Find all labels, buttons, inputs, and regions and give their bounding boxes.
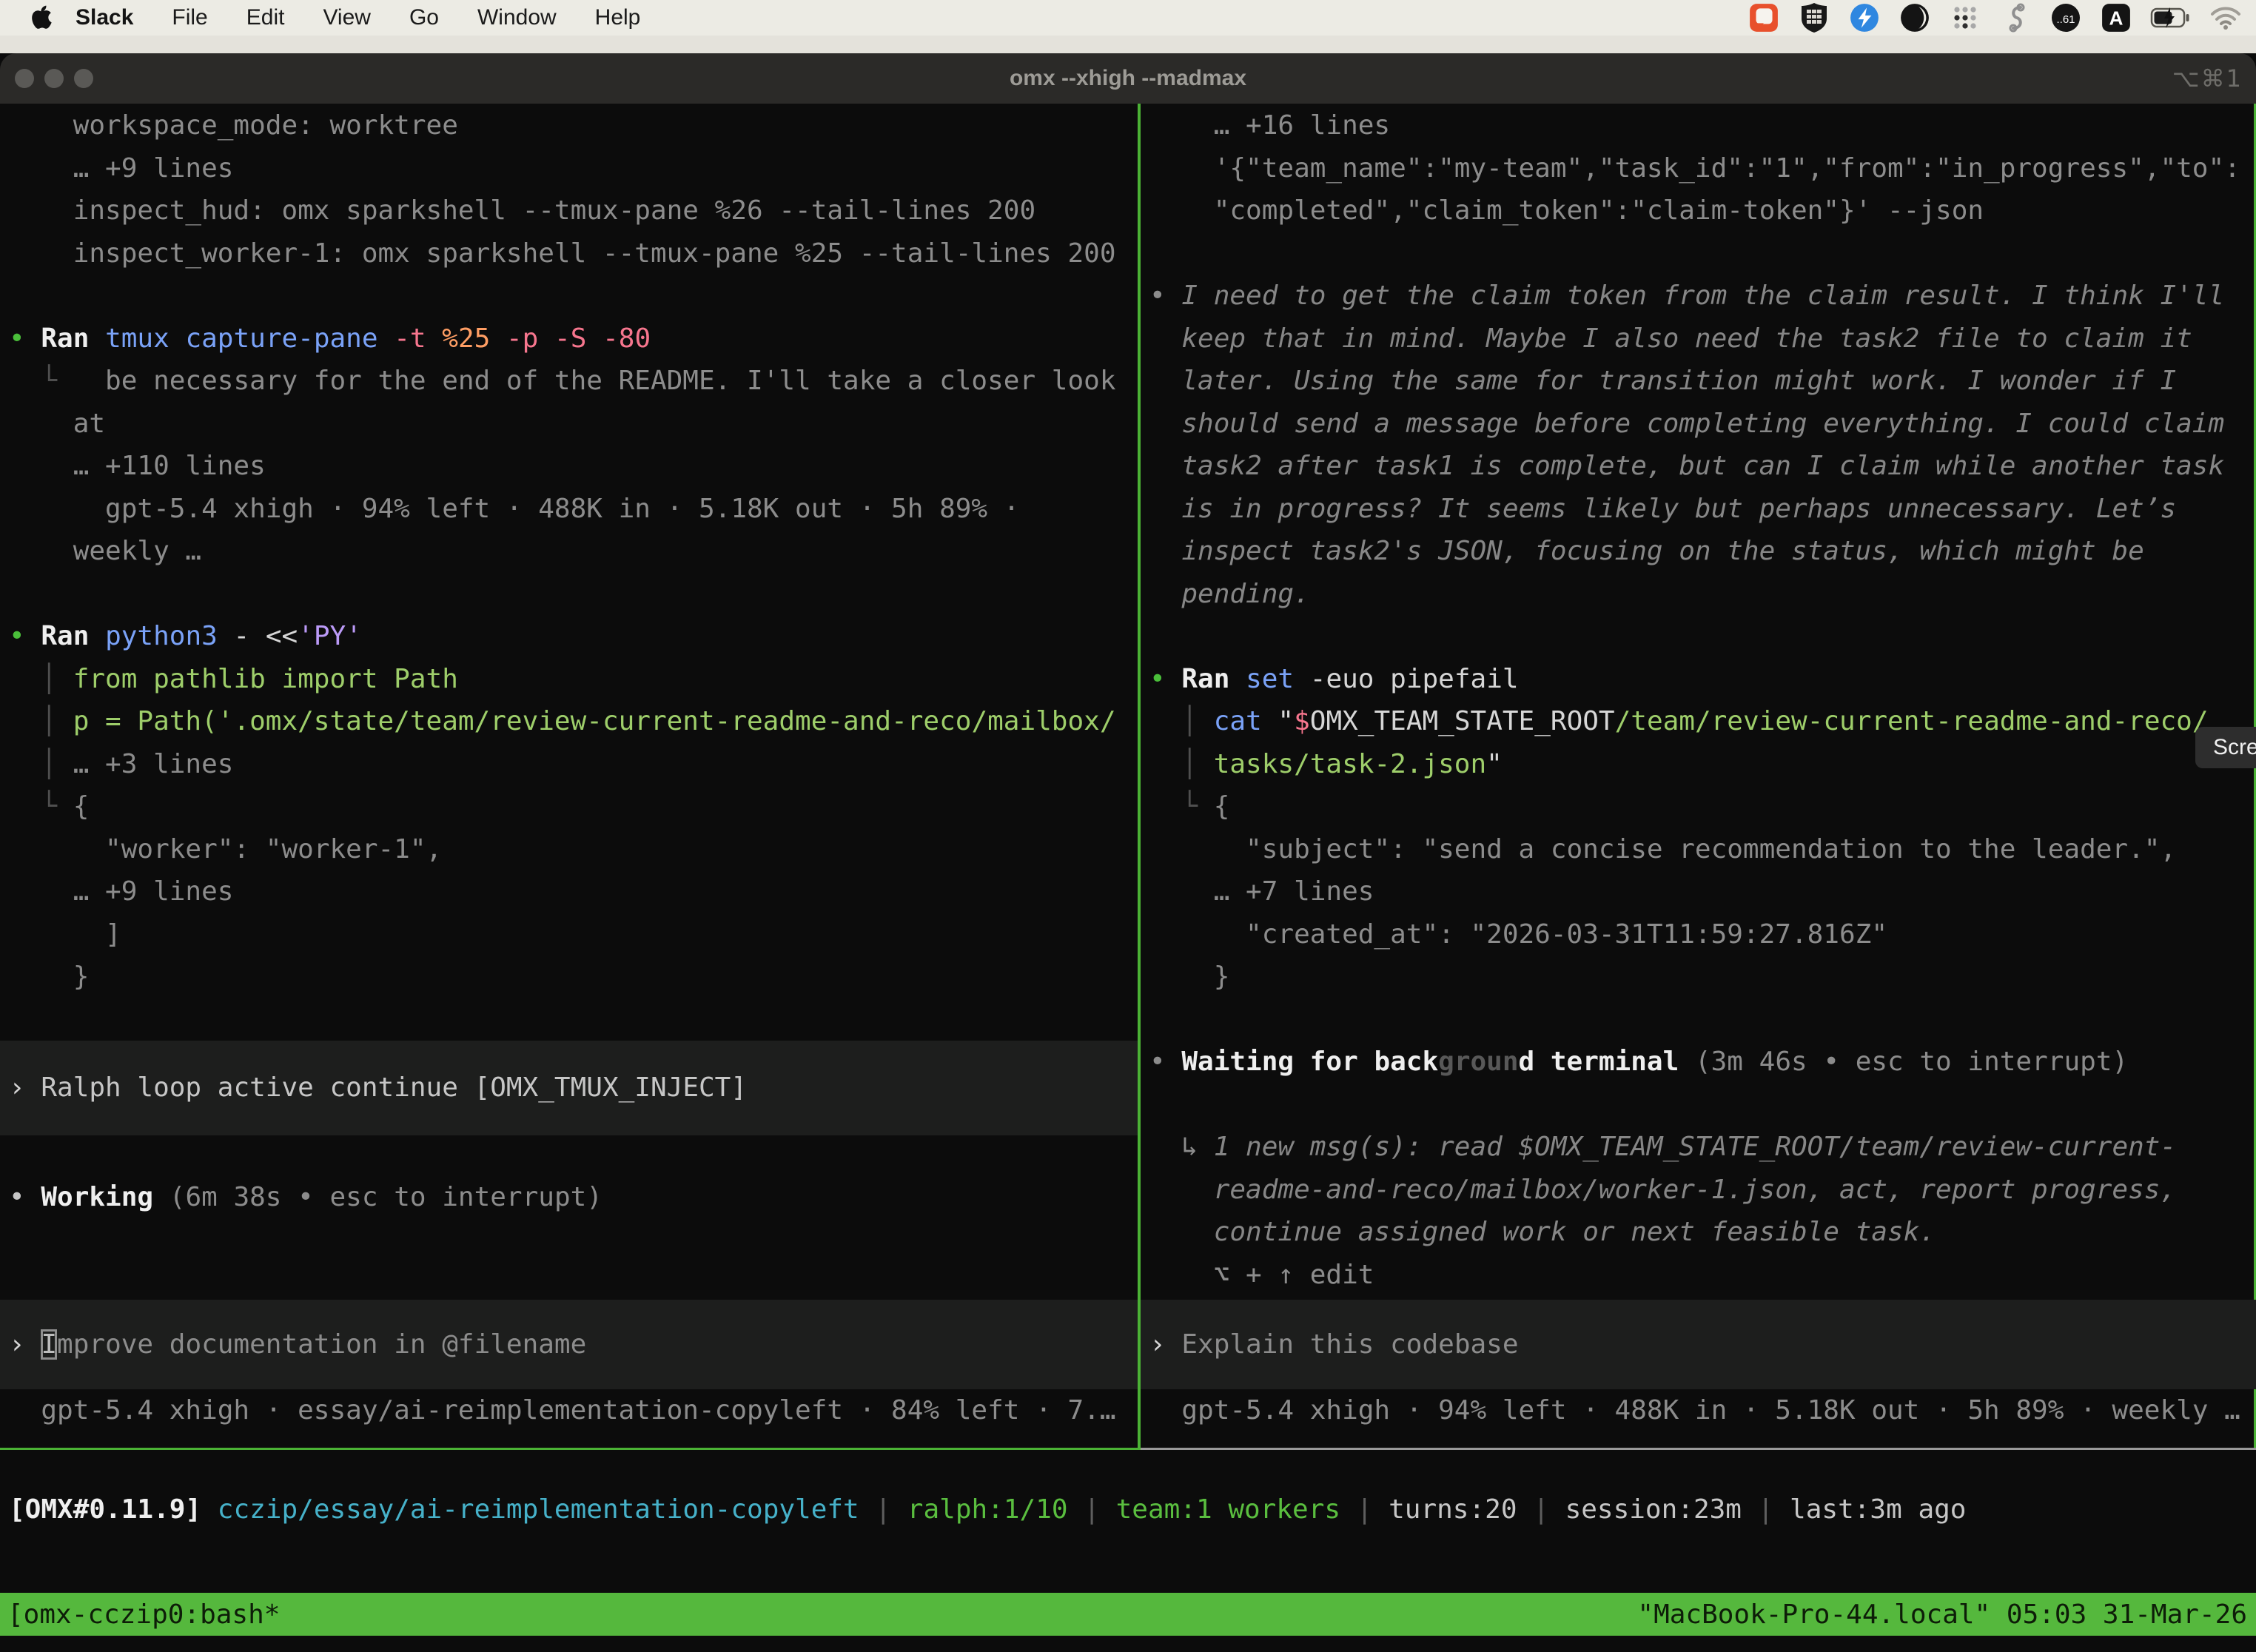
crescent-circle-icon[interactable] [1898,1,1932,34]
ralph-loop-banner: › Ralph loop active continue [OMX_TMUX_I… [0,1041,1138,1135]
left-model-status-line: gpt-5.4 xhigh · essay/ai-reimplementatio… [0,1389,1138,1432]
pane-right-worker: … +16 lines '{"team_name":"my-team","tas… [1141,104,2256,1450]
right-prompt-input[interactable]: › Explain this codebase [1141,1300,2256,1389]
tmux-session-label[interactable]: [omx-cczip0:bash* [0,1599,280,1630]
battery-icon[interactable] [2149,1,2192,34]
tmux-host-clock-label: "MacBook-Pro-44.local" 05:03 31-Mar-26 [1637,1599,2256,1630]
right-scrollback: … +16 lines '{"team_name":"my-team","tas… [1141,104,2256,1296]
tmux-status-bar: [omx-cczip0:bash* "MacBook-Pro-44.local"… [0,1593,2256,1636]
menu-app-name[interactable]: Slack [75,5,133,30]
menu-items: File Edit View Go Window Help [133,5,640,30]
badge-61-label: ..61 [2056,13,2075,26]
working-status-line: • Working (6m 38s • esc to interrupt) [0,1176,1138,1219]
tooltip-label: Scre [2213,735,2256,760]
left-pane-bottom-border [0,1448,1138,1450]
menu-item-help[interactable]: Help [595,5,641,30]
left-prompt-input[interactable]: › Improve documentation in @filename [0,1300,1138,1389]
lightning-circle-icon[interactable] [1847,1,1881,34]
letter-a-app-icon[interactable]: A [2099,1,2133,34]
keypad-shield-icon[interactable] [1797,1,1831,34]
right-prompt-text[interactable]: › Explain this codebase [1149,1323,1519,1366]
desktop-strip [0,36,2256,53]
window-shortcut-hint: ⌥⌘1 [2172,64,2243,93]
omx-session-status-line: [OMX#0.11.9] cczip/essay/ai-reimplementa… [0,1488,2256,1531]
menu-item-file[interactable]: File [172,5,207,30]
right-model-status-line: gpt-5.4 xhigh · 94% left · 488K in · 5.1… [1141,1389,2256,1432]
terminal-window: omx --xhigh --madmax ⌥⌘1 workspace_mode:… [0,53,2256,1652]
menu-item-go[interactable]: Go [409,5,439,30]
menu-item-view[interactable]: View [323,5,370,30]
menu-bar-status-icons: ..61 A [1747,0,2243,36]
terminal-content: workspace_mode: worktree … +9 lines insp… [0,104,2256,1652]
left-prompt-text[interactable]: › Improve documentation in @filename [9,1323,586,1366]
menu-item-window[interactable]: Window [477,5,557,30]
wifi-icon[interactable] [2209,1,2243,34]
window-title: omx --xhigh --madmax [0,66,2256,91]
macos-menu-bar: Slack File Edit View Go Window Help [0,0,2256,36]
screen: { "menu_bar": { "app_name": "Slack", "me… [0,0,2256,1652]
chat-app-icon[interactable] [1747,1,1781,34]
number-badge-icon[interactable]: ..61 [2049,1,2083,34]
dots-grid-icon[interactable] [1948,1,1982,34]
badge-a-label: A [2109,7,2124,29]
window-title-bar[interactable]: omx --xhigh --madmax ⌥⌘1 [0,53,2256,104]
menu-item-edit[interactable]: Edit [246,5,285,30]
left-scrollback: workspace_mode: worktree … +9 lines insp… [0,104,1138,1041]
screen-tooltip: Scre [2195,727,2256,768]
pane-left-agent: workspace_mode: worktree … +9 lines insp… [0,104,1138,1450]
apple-menu-icon[interactable] [28,3,53,33]
ralph-loop-text: › Ralph loop active continue [OMX_TMUX_I… [9,1067,747,1109]
s-hook-icon[interactable] [1998,1,2032,34]
